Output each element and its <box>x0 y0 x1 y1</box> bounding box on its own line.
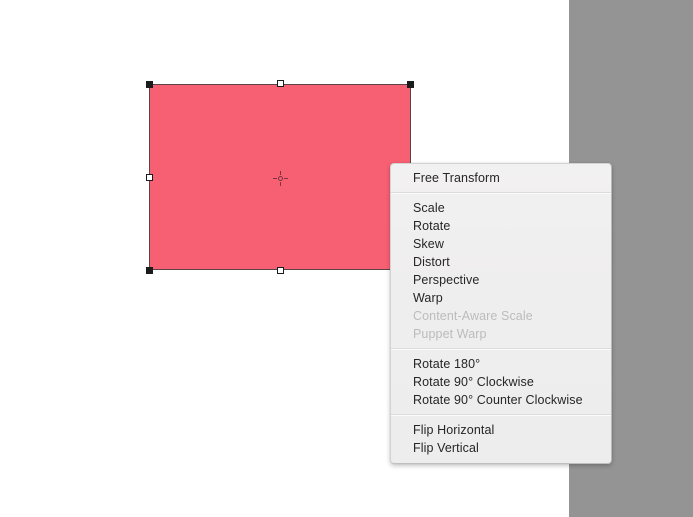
menu-group-rotations: Rotate 180° Rotate 90° Clockwise Rotate … <box>391 355 611 409</box>
menu-separator-2 <box>391 348 611 350</box>
menu-item-warp[interactable]: Warp <box>391 289 611 307</box>
transform-handle-top-right[interactable] <box>407 81 414 88</box>
menu-item-skew[interactable]: Skew <box>391 235 611 253</box>
menu-item-perspective[interactable]: Perspective <box>391 271 611 289</box>
transform-reference-point-icon[interactable] <box>273 171 288 186</box>
menu-group-transform-modes: Scale Rotate Skew Distort Perspective Wa… <box>391 199 611 343</box>
menu-item-distort[interactable]: Distort <box>391 253 611 271</box>
menu-group-flips: Flip Horizontal Flip Vertical <box>391 421 611 457</box>
menu-item-rotate-90-counter-clockwise[interactable]: Rotate 90° Counter Clockwise <box>391 391 611 409</box>
menu-item-scale[interactable]: Scale <box>391 199 611 217</box>
menu-item-rotate-90-clockwise[interactable]: Rotate 90° Clockwise <box>391 373 611 391</box>
menu-item-content-aware-scale: Content-Aware Scale <box>413 309 533 323</box>
menu-group-free-transform: Free Transform <box>391 169 611 187</box>
transform-context-menu[interactable]: Free Transform Scale Rotate Skew Distort… <box>390 163 612 464</box>
transform-handle-bottom-center[interactable] <box>277 267 284 274</box>
reference-point-tick-left <box>273 178 277 179</box>
menu-item-rotate-180[interactable]: Rotate 180° <box>391 355 611 373</box>
transform-handle-top-left[interactable] <box>146 81 153 88</box>
reference-point-circle <box>278 176 283 181</box>
reference-point-tick-bottom <box>280 182 281 186</box>
menu-item-rotate[interactable]: Rotate <box>391 217 611 235</box>
reference-point-tick-top <box>280 171 281 175</box>
menu-item-puppet-warp: Puppet Warp <box>413 327 487 341</box>
transform-handle-top-center[interactable] <box>277 80 284 87</box>
menu-item-flip-vertical[interactable]: Flip Vertical <box>391 439 611 457</box>
reference-point-tick-right <box>284 178 288 179</box>
transform-handle-middle-left[interactable] <box>146 174 153 181</box>
menu-item-flip-horizontal[interactable]: Flip Horizontal <box>391 421 611 439</box>
transform-handle-bottom-left[interactable] <box>146 267 153 274</box>
menu-separator-1 <box>391 192 611 194</box>
menu-item-free-transform[interactable]: Free Transform <box>391 169 611 187</box>
image-canvas[interactable]: Free Transform Scale Rotate Skew Distort… <box>0 0 693 517</box>
menu-separator-3 <box>391 414 611 416</box>
